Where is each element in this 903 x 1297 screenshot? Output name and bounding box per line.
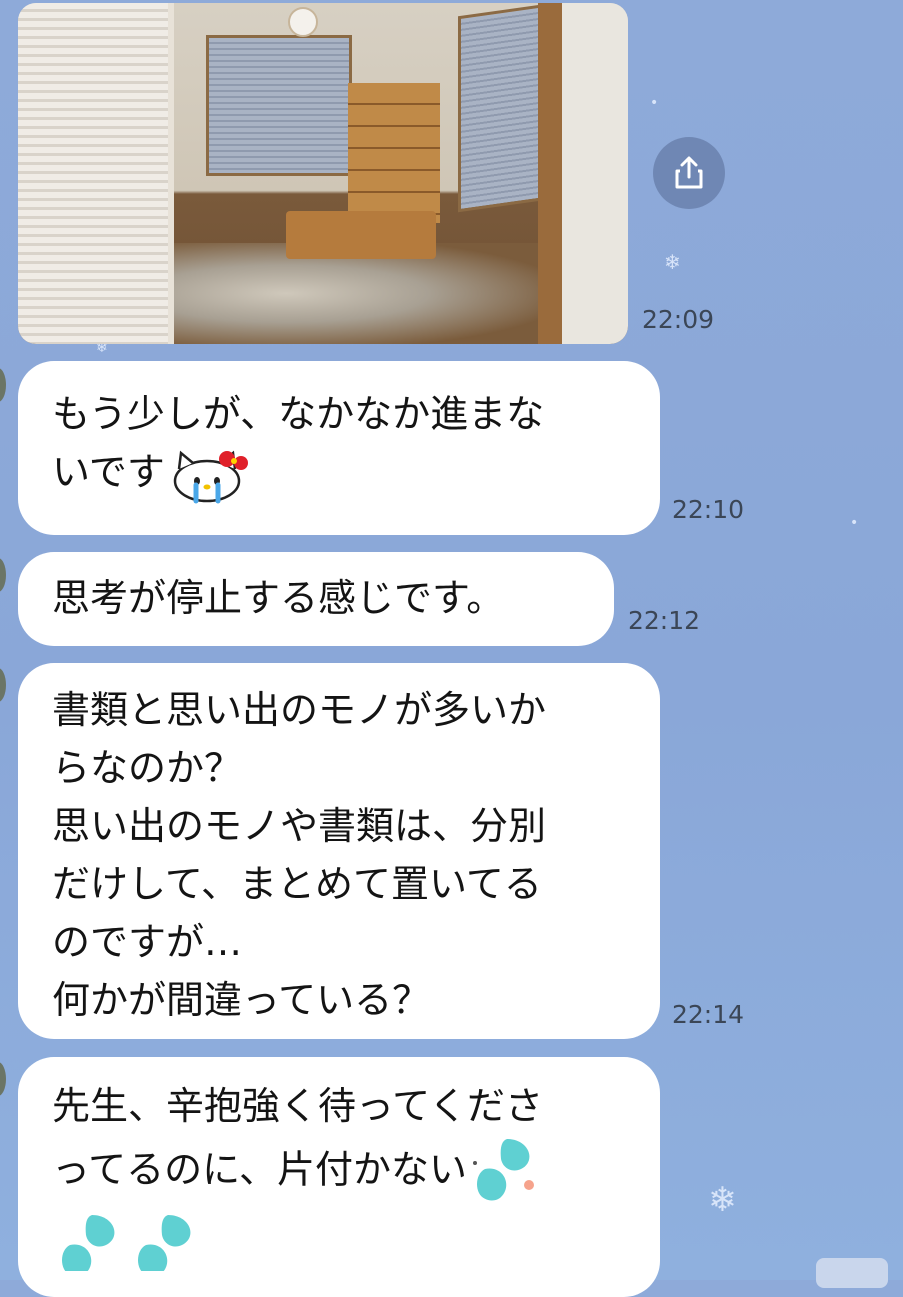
- chat-bubble[interactable]: 書類と思い出のモノが多いか らなのか？ 思い出のモノや書類は、分別 だけして、ま…: [18, 663, 660, 1039]
- message-timestamp: 22:10: [672, 495, 745, 524]
- photo-window-blind: [206, 35, 352, 176]
- chat-bubble[interactable]: 先生、辛抱強く待ってくださ ってるのに、片付かない: [18, 1057, 660, 1297]
- message-text: だけして、まとめて置いてる: [52, 862, 542, 906]
- photo-door: [538, 3, 628, 344]
- scroll-down-button[interactable]: [816, 1258, 888, 1288]
- chat-bubble[interactable]: 思考が停止する感じです。: [18, 552, 614, 646]
- message-text: らなのか？: [52, 746, 243, 790]
- photo-table: [286, 211, 436, 259]
- message-text: もう少しが、なかなか進まな: [52, 392, 545, 436]
- message-text: 先生、辛抱強く待ってくださ: [52, 1084, 543, 1128]
- avatar[interactable]: [0, 558, 6, 592]
- snowflake-icon: ❄: [708, 1180, 737, 1220]
- message-text-row: ってるのに、片付かない: [52, 1135, 626, 1209]
- message-timestamp: 22:12: [628, 606, 701, 635]
- photo-dresser: [348, 83, 440, 223]
- snowflake-icon: •: [850, 515, 859, 531]
- avatar[interactable]: [0, 1062, 6, 1096]
- chat-bubble[interactable]: もう少しが、なかなか進まな いです: [18, 361, 660, 535]
- hello-kitty-crying-icon: [173, 450, 248, 503]
- photo-clock: [288, 7, 318, 37]
- chat-image-message[interactable]: [18, 3, 628, 344]
- avatar[interactable]: [0, 668, 6, 702]
- photo-closet: [18, 3, 174, 344]
- message-text: のですが…: [52, 920, 243, 964]
- teardrop-emoji-icon: [138, 1214, 191, 1271]
- message-text: いです: [52, 450, 165, 494]
- message-text: 思い出のモノや書類は、分別: [52, 804, 547, 848]
- share-icon: [675, 156, 703, 189]
- message-text-row: いです: [52, 443, 626, 505]
- teardrop-emoji-icon: [62, 1214, 115, 1271]
- message-text: ってるのに、片付かない: [52, 1147, 467, 1192]
- snowflake-icon: •: [650, 95, 659, 111]
- message-text-row: [52, 1209, 626, 1271]
- snowflake-icon: ❄: [664, 250, 681, 274]
- share-button[interactable]: [653, 137, 725, 209]
- message-timestamp: 22:09: [642, 305, 715, 334]
- message-timestamp: 22:14: [672, 1000, 745, 1029]
- avatar[interactable]: [0, 368, 6, 402]
- message-text: 思考が停止する感じです。: [52, 576, 505, 620]
- message-text: 何かが間違っている？: [52, 978, 431, 1022]
- message-text: 書類と思い出のモノが多いか: [52, 688, 547, 732]
- teardrop-emoji-icon: [472, 1139, 534, 1201]
